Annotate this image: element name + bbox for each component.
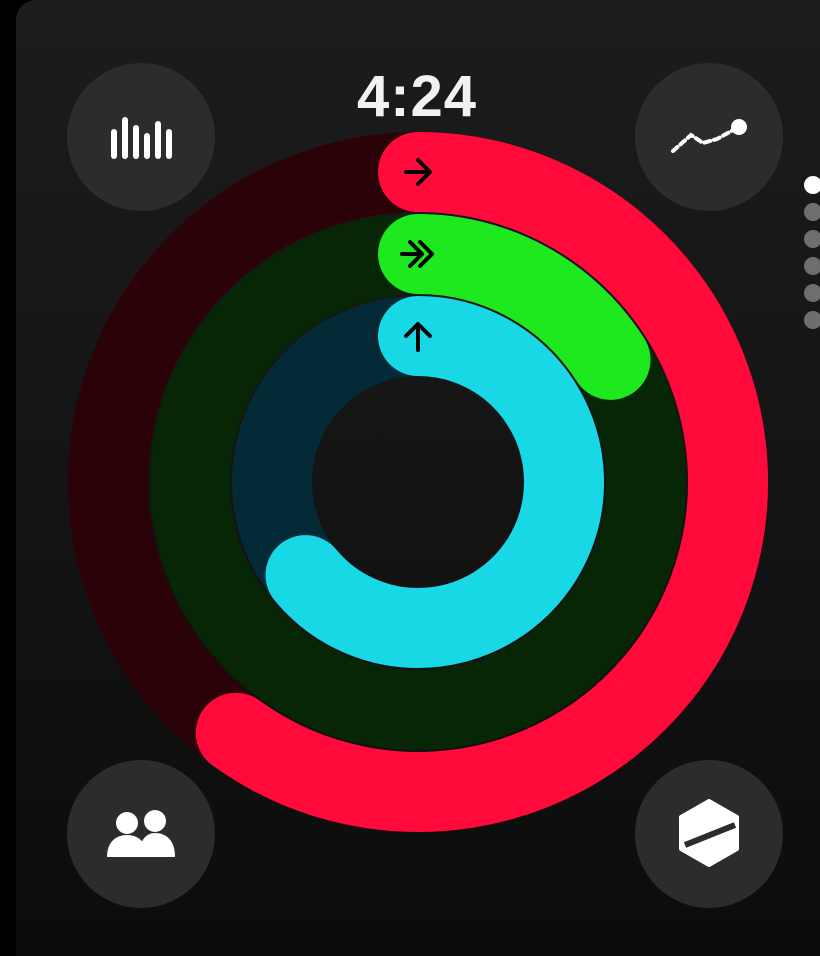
activity-rings[interactable] (0, 0, 820, 956)
